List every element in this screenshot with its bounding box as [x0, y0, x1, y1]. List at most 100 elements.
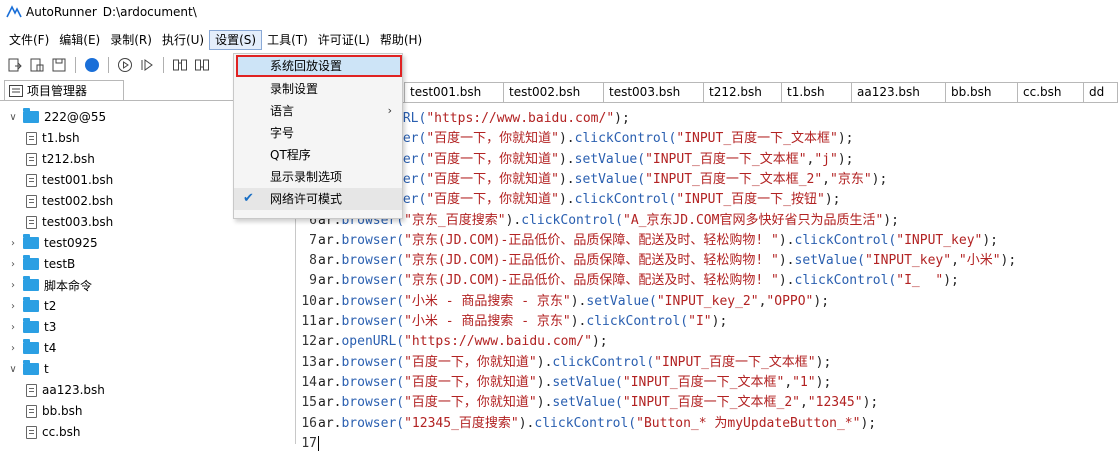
- menu-item-font-size[interactable]: 字号: [234, 122, 402, 144]
- tree-folder-t2[interactable]: › t2: [8, 296, 56, 316]
- chevron-down-icon[interactable]: ∨: [8, 364, 18, 375]
- code-token: browser(: [341, 395, 405, 411]
- play-icon[interactable]: [116, 56, 134, 74]
- code-token: );: [883, 212, 899, 228]
- code-line[interactable]: 13ar.browser("百度一下，你就知道").clickControl("…: [300, 353, 831, 373]
- code-token: "1": [792, 374, 816, 390]
- replace-icon[interactable]: [193, 56, 211, 74]
- menu-settings[interactable]: 设置(S): [209, 30, 263, 50]
- menu-item-network-license[interactable]: ✔ 网络许可模式: [234, 188, 402, 210]
- menu-tools[interactable]: 工具(T): [262, 30, 313, 50]
- tab-t1[interactable]: t1.bsh: [782, 82, 852, 102]
- code-line[interactable]: 11ar.browser("小米 - 商品搜索 - 京东").clickCont…: [300, 312, 727, 332]
- code-token: "INPUT_百度一下_文本框": [654, 354, 816, 370]
- open-file-icon[interactable]: [6, 56, 24, 74]
- tree-file-t212[interactable]: t212.bsh: [26, 149, 95, 169]
- code-token: ,: [822, 171, 830, 187]
- tree-folder-test0925[interactable]: › test0925: [8, 233, 98, 253]
- code-token: "INPUT_百度一下_文本框": [645, 151, 807, 167]
- save-icon[interactable]: [50, 56, 68, 74]
- code-token: "百度一下，你就知道": [426, 171, 559, 187]
- code-line[interactable]: ser("百度一下，你就知道").setValue("INPUT_百度一下_文本…: [395, 150, 854, 170]
- code-token: clickControl(: [794, 232, 897, 248]
- menu-item-language[interactable]: 语言 ›: [234, 100, 402, 122]
- code-token: setValue(: [552, 395, 623, 411]
- tree-folder-t4[interactable]: › t4: [8, 338, 56, 358]
- tree-folder-t[interactable]: ∨ t: [8, 359, 49, 379]
- tree-file-test003[interactable]: test003.bsh: [26, 212, 113, 232]
- menu-item-record-settings[interactable]: 录制设置: [234, 78, 402, 100]
- tree-file-cc[interactable]: cc.bsh: [26, 422, 80, 442]
- menu-item-show-record-options[interactable]: 显示录制选项: [234, 166, 402, 188]
- code-token: "百度一下，你就知道": [426, 151, 559, 167]
- chevron-right-icon[interactable]: ›: [8, 322, 18, 333]
- menu-record[interactable]: 录制(R): [105, 30, 157, 50]
- code-line[interactable]: 10ar.browser("小米 - 商品搜索 - 京东").setValue(…: [300, 292, 829, 312]
- tree-file-aa123[interactable]: aa123.bsh: [26, 380, 105, 400]
- code-line[interactable]: 9ar.browser("京东(JD.COM)-正品低价、品质保障、配送及时、轻…: [300, 271, 959, 291]
- tree-folder-testB[interactable]: › testB: [8, 254, 75, 274]
- folder-icon: [23, 297, 39, 312]
- chevron-right-icon[interactable]: ›: [8, 259, 18, 270]
- code-token: );: [862, 395, 879, 411]
- chevron-right-icon[interactable]: ›: [8, 280, 18, 291]
- menu-file[interactable]: 文件(F): [4, 30, 54, 50]
- code-line[interactable]: ser("百度一下，你就知道").clickControl("INPUT_百度一…: [395, 190, 840, 210]
- tree-folder-script-commands[interactable]: › 脚本命令: [8, 275, 92, 295]
- code-line[interactable]: 8ar.browser("京东(JD.COM)-正品低价、品质保障、配送及时、轻…: [300, 251, 1016, 271]
- chevron-right-icon[interactable]: ›: [8, 238, 18, 249]
- code-token: "https://www.baidu.com/": [404, 334, 592, 350]
- code-line[interactable]: 16ar.browser("12345_百度搜索").clickControl(…: [300, 414, 876, 434]
- chevron-down-icon[interactable]: ∨: [8, 112, 18, 123]
- folder-icon: [23, 339, 39, 354]
- menu-item-playback-settings[interactable]: 系统回放设置: [236, 55, 402, 77]
- code-editor[interactable]: URL("https://www.baidu.com/"); ser("百度一下，…: [300, 102, 1118, 451]
- code-token: );: [813, 293, 830, 309]
- tab-test002[interactable]: test002.bsh: [504, 82, 604, 102]
- menu-item-qt-program[interactable]: QT程序: [234, 144, 402, 166]
- menu-execute[interactable]: 执行(U): [157, 30, 209, 50]
- tree-folder-t3[interactable]: › t3: [8, 317, 56, 337]
- record-icon[interactable]: [83, 56, 101, 74]
- tree-folder-222[interactable]: ∨ 222@@55: [8, 107, 106, 127]
- tab-test001[interactable]: test001.bsh: [404, 82, 504, 102]
- chevron-right-icon[interactable]: ›: [8, 343, 18, 354]
- tree-file-t1[interactable]: t1.bsh: [26, 128, 80, 148]
- tab-test003[interactable]: test003.bsh: [604, 82, 704, 102]
- project-manager-tab[interactable]: 项目管理器: [4, 80, 124, 100]
- code-token: setValue(: [552, 374, 623, 390]
- chevron-right-icon[interactable]: ›: [8, 301, 18, 312]
- code-token: );: [711, 314, 728, 329]
- code-line[interactable]: 15ar.browser("百度一下，你就知道").setValue("INPU…: [300, 393, 878, 413]
- file-icon: [26, 425, 37, 439]
- code-token: );: [860, 415, 877, 431]
- code-token: "百度一下，你就知道": [426, 131, 559, 147]
- code-token: );: [1000, 253, 1017, 269]
- code-token: setValue(: [586, 293, 657, 309]
- code-line[interactable]: 7ar.browser("京东(JD.COM)-正品低价、品质保障、配送及时、轻…: [300, 231, 998, 251]
- code-token: ar: [318, 293, 334, 309]
- code-token: browser(: [341, 232, 405, 248]
- code-line[interactable]: ser("百度一下，你就知道").clickControl("INPUT_百度一…: [395, 129, 853, 149]
- code-token: "INPUT_百度一下_按钮": [676, 192, 825, 208]
- menu-help[interactable]: 帮助(H): [375, 30, 427, 50]
- tab-cc[interactable]: cc.bsh: [1018, 82, 1084, 102]
- tab-aa123[interactable]: aa123.bsh: [852, 82, 946, 102]
- tab-t212[interactable]: t212.bsh: [704, 82, 782, 102]
- tree-file-test002[interactable]: test002.bsh: [26, 191, 113, 211]
- code-line[interactable]: ser("百度一下，你就知道").setValue("INPUT_百度一下_文本…: [395, 170, 887, 190]
- tree-file-bb[interactable]: bb.bsh: [26, 401, 83, 421]
- code-line[interactable]: 14ar.browser("百度一下，你就知道").setValue("INPU…: [300, 373, 831, 393]
- code-token: "百度一下，你就知道": [404, 354, 537, 370]
- save-as-icon[interactable]: [28, 56, 46, 74]
- tab-dd[interactable]: dd: [1084, 82, 1118, 102]
- find-icon[interactable]: [171, 56, 189, 74]
- tab-bb[interactable]: bb.bsh: [946, 82, 1018, 102]
- menu-edit[interactable]: 编辑(E): [54, 30, 105, 50]
- code-line[interactable]: 12ar.openURL("https://www.baidu.com/");: [300, 332, 607, 352]
- folder-icon: [23, 108, 39, 123]
- step-icon[interactable]: [138, 56, 156, 74]
- tree-file-test001[interactable]: test001.bsh: [26, 170, 113, 190]
- menu-license[interactable]: 许可证(L): [313, 30, 375, 50]
- code-line[interactable]: URL("https://www.baidu.com/");: [395, 109, 630, 129]
